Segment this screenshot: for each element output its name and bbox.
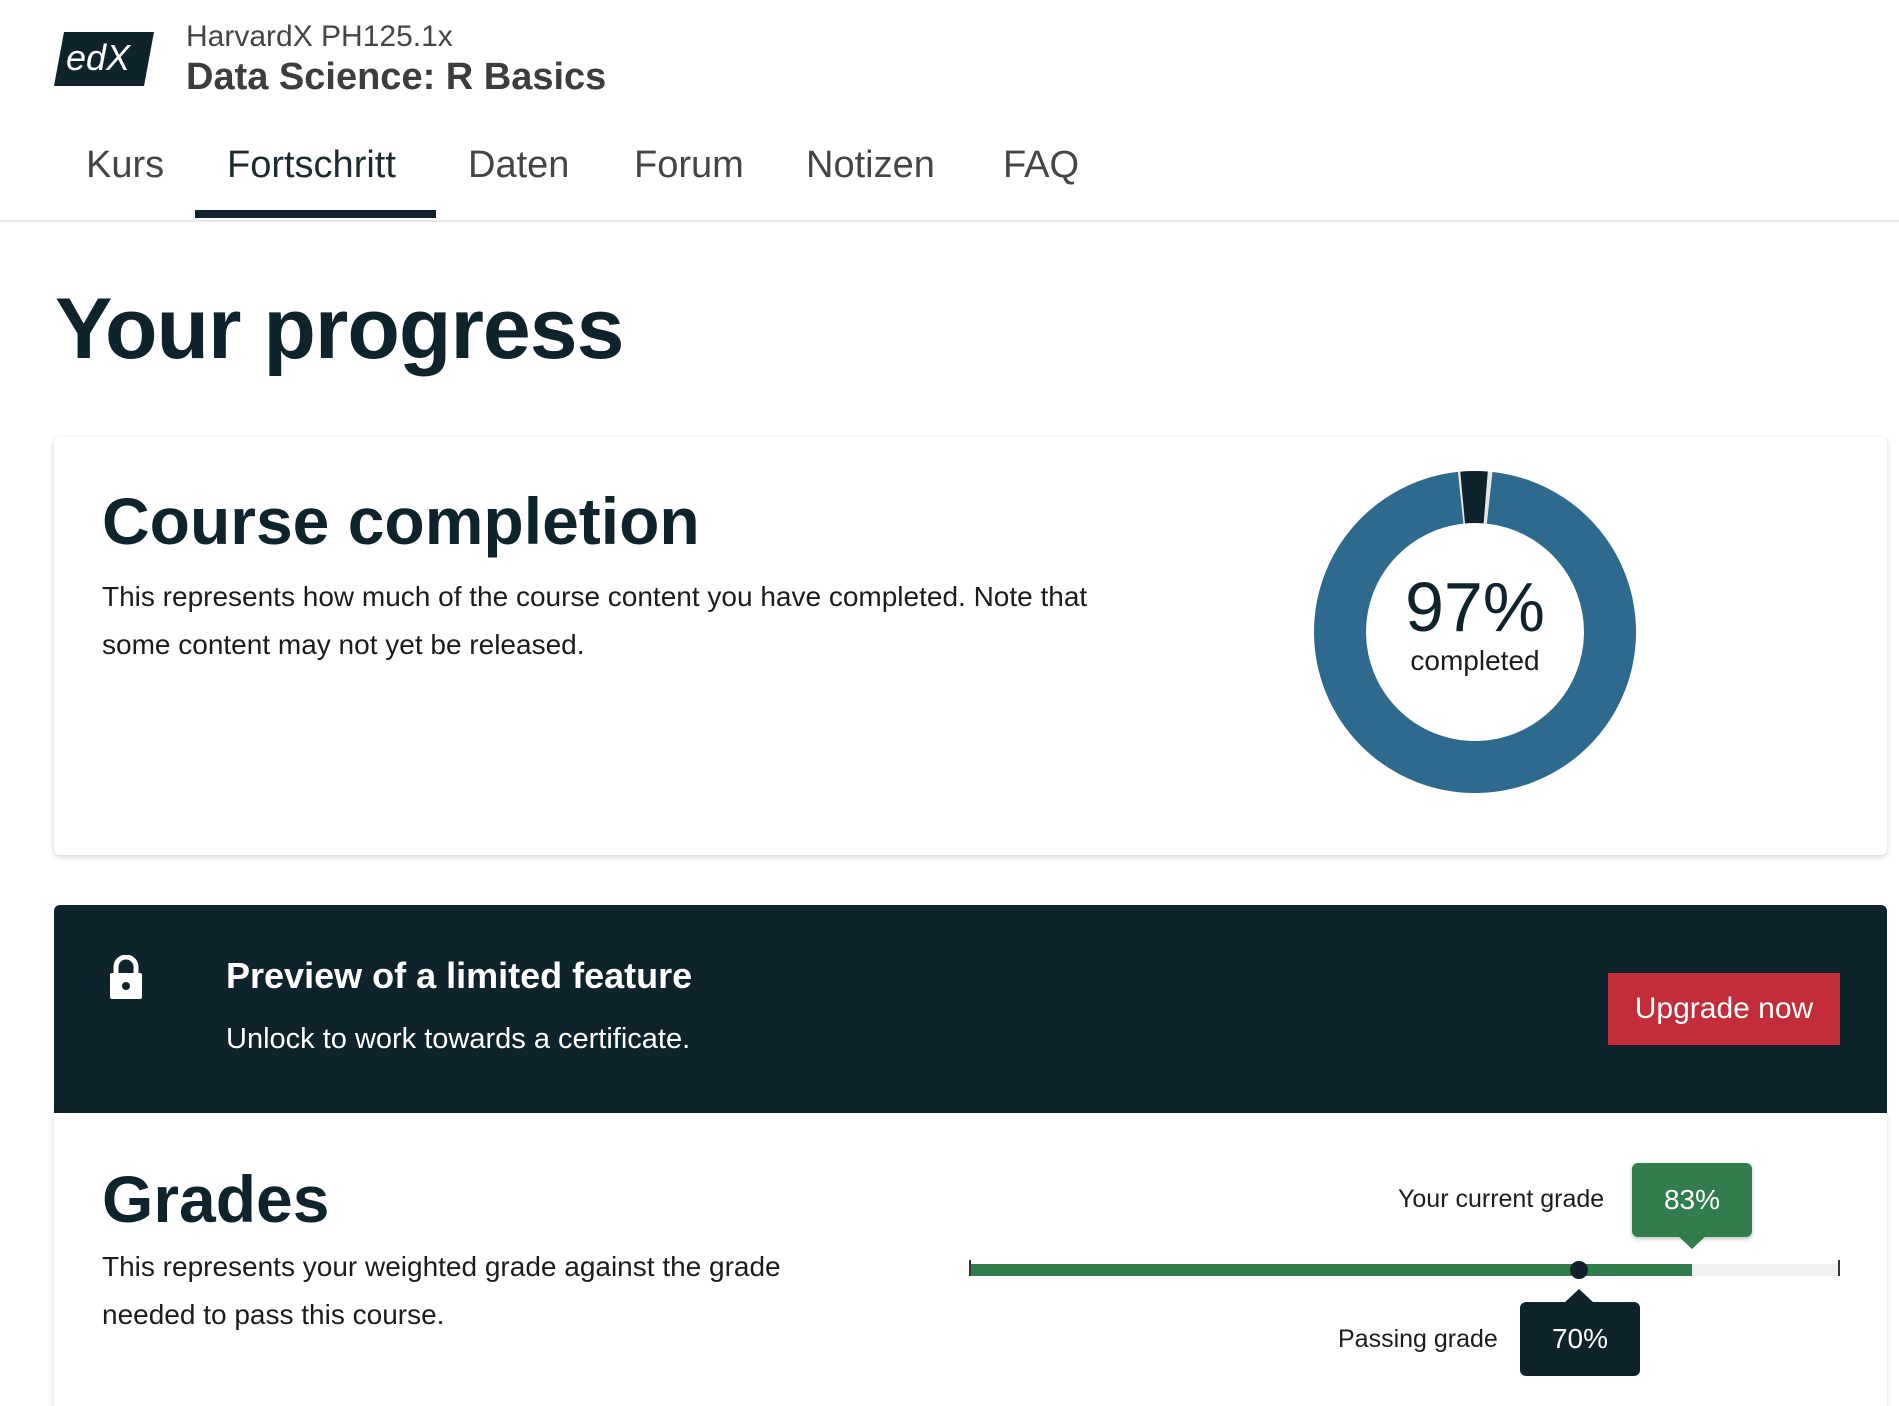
current-grade-label: Your current grade <box>1398 1185 1605 1213</box>
grades-heading: Grades <box>102 1162 330 1236</box>
course-title: Data Science: R Basics <box>186 56 607 98</box>
active-tab-indicator <box>195 210 436 218</box>
passing-grade-badge: 70% <box>1520 1302 1640 1376</box>
passing-grade-pointer <box>1564 1289 1594 1303</box>
passing-grade-marker <box>1570 1261 1588 1279</box>
tab-faq[interactable]: FAQ <box>1003 144 1079 187</box>
course-tabs: Kurs Fortschritt Daten Forum Notizen FAQ <box>0 120 1899 222</box>
edx-logo[interactable]: edX <box>54 30 154 88</box>
grade-bar-start-tick <box>969 1260 971 1276</box>
course-org-code: HarvardX PH125.1x <box>186 20 453 53</box>
passing-grade-label: Passing grade <box>1338 1325 1498 1353</box>
grade-bar-end-tick <box>1838 1260 1840 1276</box>
grades-card: Grades This represents your weighted gra… <box>54 1113 1887 1406</box>
tab-fortschritt[interactable]: Fortschritt <box>227 144 396 187</box>
banner-title: Preview of a limited feature <box>226 955 693 996</box>
grades-description: This represents your weighted grade agai… <box>102 1251 781 1330</box>
completion-caption: completed <box>1410 645 1540 676</box>
completion-description: This represents how much of the course c… <box>102 581 1088 660</box>
page-title: Your progress <box>55 281 624 377</box>
current-grade-badge: 83% <box>1632 1163 1752 1237</box>
tab-notizen[interactable]: Notizen <box>806 144 935 187</box>
tab-kurs[interactable]: Kurs <box>86 144 164 187</box>
completion-percent: 97% <box>1404 568 1546 646</box>
lock-icon <box>110 955 142 999</box>
logo-text: edX <box>66 37 132 78</box>
course-completion-card: Course completion This represents how mu… <box>54 437 1887 855</box>
locked-feature-banner: Preview of a limited feature Unlock to w… <box>54 905 1887 1113</box>
upgrade-now-button[interactable]: Upgrade now <box>1608 973 1840 1045</box>
completion-heading: Course completion <box>102 484 700 558</box>
current-grade-pointer <box>1677 1235 1707 1249</box>
tab-forum[interactable]: Forum <box>634 144 744 187</box>
grade-bar-track <box>970 1264 1840 1276</box>
banner-subtitle: Unlock to work towards a certificate. <box>226 1023 691 1055</box>
tab-daten[interactable]: Daten <box>468 144 569 187</box>
